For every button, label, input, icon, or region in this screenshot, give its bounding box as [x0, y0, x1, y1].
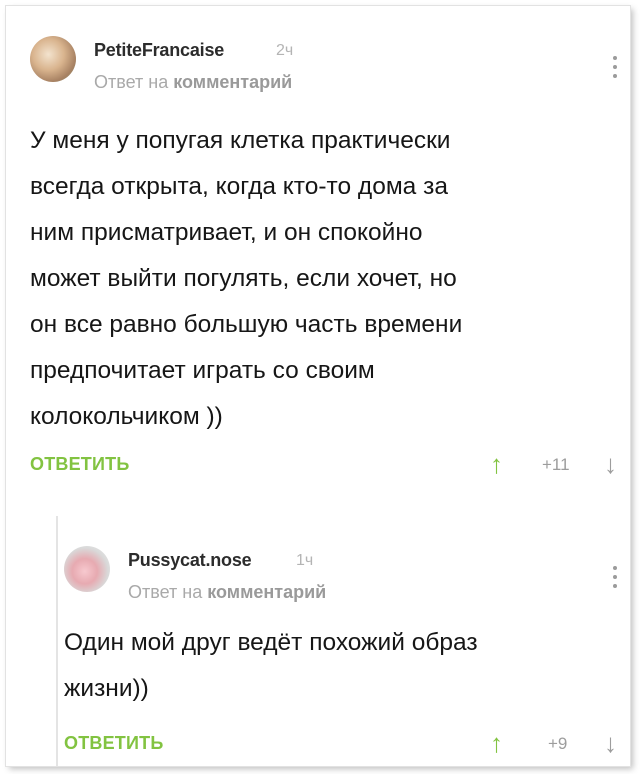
reply-to-prefix: Ответ на	[128, 582, 203, 602]
arrow-up-icon[interactable]: ↑	[490, 729, 503, 757]
comment-time: 1ч	[296, 552, 314, 569]
comment-author[interactable]: PetiteFrancaise	[94, 40, 224, 61]
comment-time: 2ч	[276, 42, 294, 59]
reply-to-link[interactable]: комментарий	[173, 72, 292, 92]
comment-score: +11	[542, 455, 570, 474]
reply-to-line: Ответ на комментарий	[94, 72, 292, 93]
reply-button[interactable]: ОТВЕТИТЬ	[64, 733, 163, 754]
comment-author[interactable]: Pussycat.nose	[128, 550, 252, 571]
reply-to-link[interactable]: комментарий	[207, 582, 326, 602]
reply-to-line: Ответ на комментарий	[128, 582, 326, 603]
comment-footer: ОТВЕТИТЬ ↑ +11 ↓	[30, 450, 630, 478]
reply-to-prefix: Ответ на	[94, 72, 169, 92]
more-vertical-icon[interactable]	[612, 566, 618, 593]
more-vertical-icon[interactable]	[612, 56, 618, 83]
arrow-down-icon[interactable]: ↓	[604, 729, 617, 757]
comment-footer: ОТВЕТИТЬ ↑ +9 ↓	[64, 729, 630, 757]
comment-score: +9	[548, 734, 568, 753]
comment-text: У меня у попугая клетка практически всег…	[30, 127, 463, 430]
arrow-down-icon[interactable]: ↓	[604, 450, 617, 478]
reply-button[interactable]: ОТВЕТИТЬ	[30, 454, 129, 475]
avatar[interactable]	[30, 36, 76, 82]
comment-text: Один мой друг ведёт похожий образ жизни)…	[64, 629, 478, 702]
reply-thread-line	[56, 516, 58, 766]
avatar[interactable]	[64, 546, 110, 592]
comment-thread: PetiteFrancaise 2ч Ответ на комментарий …	[6, 6, 630, 766]
arrow-up-icon[interactable]: ↑	[490, 450, 503, 478]
